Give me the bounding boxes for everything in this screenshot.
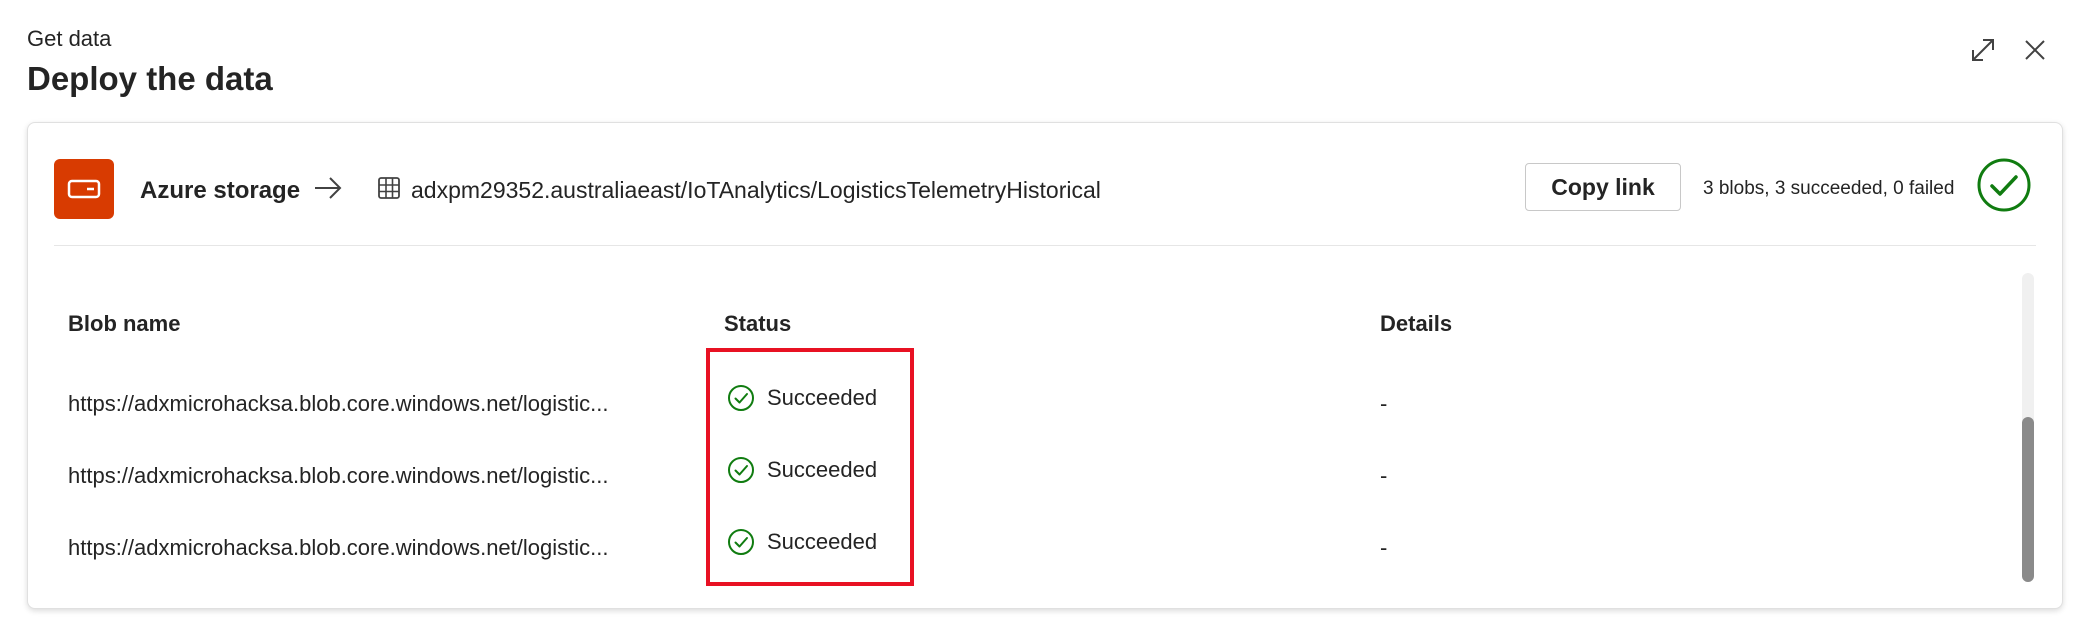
copy-link-button[interactable]: Copy link [1525, 163, 1681, 211]
expand-button[interactable] [1966, 33, 2000, 67]
expand-icon [1972, 39, 1994, 61]
header-divider [54, 245, 2036, 246]
table-row-blob-name: https://adxmicrohacksa.blob.core.windows… [68, 391, 609, 416]
destination-path: adxpm29352.australiaeast/IoTAnalytics/Lo… [411, 177, 1101, 203]
status-highlight-box [706, 348, 914, 586]
table-icon [378, 177, 400, 199]
table-row-blob-name: https://adxmicrohacksa.blob.core.windows… [68, 463, 609, 488]
column-header-details: Details [1380, 311, 1453, 336]
ingestion-summary: 3 blobs, 3 succeeded, 0 failed [1703, 178, 1955, 199]
table-row-details: - [1380, 463, 1388, 488]
table-scrollbar[interactable] [2022, 273, 2034, 582]
deploy-data-dialog: Get data Deploy the data Azure storage a… [0, 0, 2087, 644]
deployment-card: Azure storage adxpm29352.australiaeast/I… [27, 122, 2063, 609]
close-button[interactable] [2018, 33, 2052, 67]
arrow-right-icon [315, 177, 342, 199]
page-title: Deploy the data [27, 60, 273, 97]
close-icon [2025, 40, 2045, 60]
scrollbar-thumb[interactable] [2022, 417, 2034, 582]
dialog-eyebrow: Get data [27, 26, 112, 51]
table-row-details: - [1380, 391, 1388, 416]
azure-storage-icon [54, 159, 114, 219]
source-label: Azure storage [140, 177, 301, 204]
table-row-blob-name: https://adxmicrohacksa.blob.core.windows… [68, 535, 609, 560]
column-header-blob-name: Blob name [68, 311, 181, 336]
success-check-icon [1977, 158, 2031, 212]
column-header-status: Status [724, 311, 792, 336]
table-row-details: - [1380, 535, 1388, 560]
